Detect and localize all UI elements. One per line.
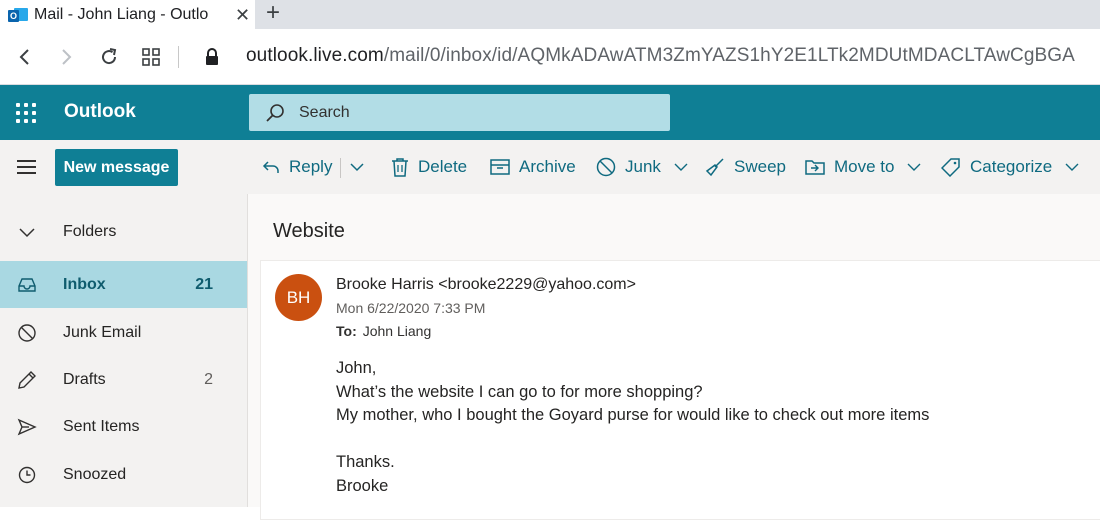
url-path: /mail/0/inbox/id/AQMkADAwATM3ZmYAZS1hY2E…	[383, 45, 1075, 66]
archive-icon	[490, 159, 510, 175]
junk-icon	[18, 324, 36, 342]
recipients: To: John Liang	[336, 323, 431, 339]
sent-icon	[17, 418, 37, 436]
trash-icon	[392, 158, 408, 177]
sweep-label: Sweep	[734, 157, 786, 176]
avatar[interactable]: BH	[275, 274, 322, 321]
search-input[interactable]: Search	[249, 94, 670, 131]
body-line: What’s the website I can go to for more …	[336, 382, 703, 401]
toolbar-divider	[178, 46, 179, 68]
sidebar-item-sent-items[interactable]: Sent Items	[0, 403, 247, 450]
sidebar-item-inbox[interactable]: Inbox 21	[0, 261, 247, 308]
clock-icon	[18, 466, 36, 484]
body-line: My mother, who I bought the Goyard purse…	[336, 406, 930, 424]
chevron-down-icon	[674, 163, 688, 171]
url-host: outlook.live.com	[246, 45, 384, 66]
tab-title: Mail - John Liang - Outlo	[34, 5, 209, 23]
archive-label: Archive	[519, 157, 576, 176]
categorize-label: Categorize	[970, 157, 1053, 176]
body-line: Brooke	[336, 476, 389, 495]
body-line: Thanks.	[336, 453, 395, 471]
sidebar-item-label: Inbox	[63, 275, 106, 293]
outlook-header: Outlook Search	[0, 85, 1100, 140]
sidebar-item-snoozed[interactable]: Snoozed	[0, 451, 247, 498]
app-brand[interactable]: Outlook	[64, 101, 136, 123]
message-card: BH Brooke Harris <brooke2229@yahoo.com> …	[260, 260, 1100, 520]
sidebar-item-label: Sent Items	[63, 417, 140, 435]
drafts-icon	[18, 371, 36, 389]
reload-icon[interactable]	[95, 43, 123, 71]
collapse-nav-icon[interactable]	[17, 159, 37, 175]
unread-count: 21	[195, 275, 213, 293]
sidebar-item-label: Junk Email	[63, 323, 142, 341]
broom-icon	[705, 158, 724, 177]
folders-header[interactable]: Folders	[0, 208, 247, 255]
folder-move-icon	[805, 160, 825, 175]
new-message-button[interactable]: New message	[55, 149, 178, 186]
chevron-down-icon	[1065, 163, 1079, 171]
move-to-label: Move to	[834, 157, 895, 176]
outlook-favicon-icon: O	[8, 6, 28, 24]
back-icon[interactable]	[11, 43, 39, 71]
junk-label: Junk	[625, 157, 661, 176]
tab-close-icon[interactable]: ✕	[235, 6, 250, 24]
reply-options-button[interactable]	[348, 140, 375, 194]
sidebar-item-label: Drafts	[63, 370, 106, 388]
draft-count: 2	[204, 370, 213, 388]
message-body: John, What’s the website I can go to for…	[336, 357, 929, 498]
chevron-down-icon	[907, 163, 921, 171]
block-icon	[596, 157, 616, 177]
junk-button[interactable]: Junk	[596, 140, 689, 194]
sidebar-item-label: Snoozed	[63, 465, 127, 483]
chevron-down-icon	[350, 163, 364, 172]
sidebar-item-junk-email[interactable]: Junk Email	[0, 309, 247, 356]
lock-icon[interactable]	[198, 43, 226, 71]
delete-button[interactable]: Delete	[391, 140, 467, 194]
browser-tab[interactable]: O Mail - John Liang - Outlo ✕	[0, 0, 255, 29]
inbox-icon	[18, 278, 36, 292]
forward-icon[interactable]	[52, 43, 80, 71]
search-placeholder: Search	[299, 103, 350, 121]
search-icon	[266, 103, 284, 122]
reply-label: Reply	[289, 157, 333, 176]
tag-icon	[941, 158, 960, 177]
folders-label: Folders	[63, 222, 117, 240]
app-launcher-icon[interactable]	[16, 103, 36, 123]
message-date: Mon 6/22/2020 7:33 PM	[336, 300, 486, 316]
address-bar: outlook.live.com/mail/0/inbox/id/AQMkADA…	[0, 29, 1100, 85]
chevron-down-icon	[19, 228, 35, 238]
to-label: To:	[336, 323, 357, 339]
categorize-button[interactable]: Categorize	[941, 140, 1080, 194]
sweep-button[interactable]: Sweep	[705, 140, 786, 194]
new-tab-icon[interactable]: +	[266, 1, 280, 25]
recipient-name[interactable]: John Liang	[363, 323, 432, 339]
move-to-button[interactable]: Move to	[805, 140, 922, 194]
sender[interactable]: Brooke Harris <brooke2229@yahoo.com>	[336, 276, 636, 294]
folder-pane: Folders Inbox 21 Junk Email Drafts 2 Sen…	[0, 194, 248, 507]
reply-icon	[262, 161, 279, 173]
reading-pane: Website BH Brooke Harris <brooke2229@yah…	[248, 194, 1100, 520]
delete-label: Delete	[418, 157, 468, 176]
message-subject: Website	[273, 220, 345, 242]
command-divider	[340, 158, 341, 178]
archive-button[interactable]: Archive	[490, 140, 576, 194]
apps-grid-icon[interactable]	[137, 43, 165, 71]
browser-tab-strip: O Mail - John Liang - Outlo ✕ +	[0, 0, 1100, 29]
body-line	[336, 428, 929, 452]
command-bar: New message Reply Delete Archive Junk Sw…	[0, 140, 1100, 194]
url-field[interactable]: outlook.live.com/mail/0/inbox/id/AQMkADA…	[246, 45, 1075, 67]
sidebar-item-drafts[interactable]: Drafts 2	[0, 356, 247, 403]
reply-button[interactable]: Reply	[262, 140, 332, 194]
body-line: John,	[336, 359, 377, 377]
